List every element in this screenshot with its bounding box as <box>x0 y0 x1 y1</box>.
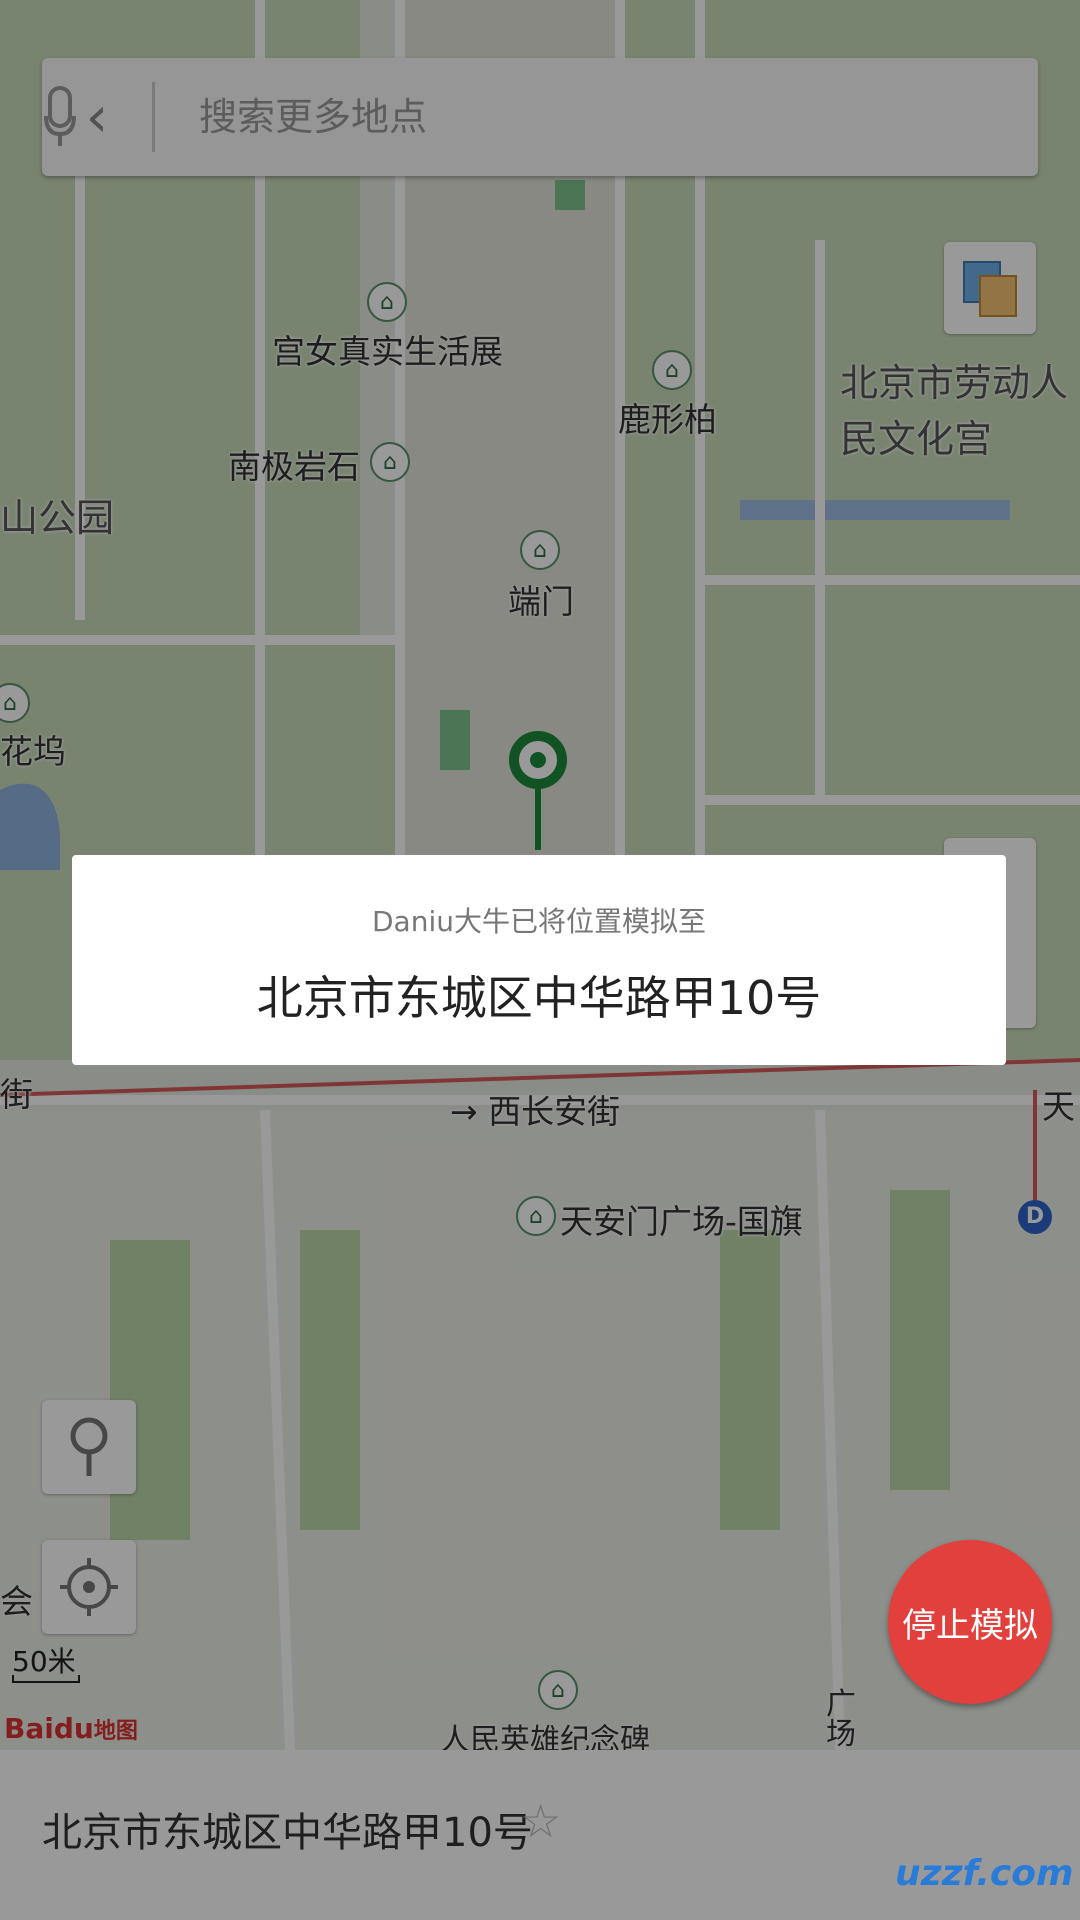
watermark: uzzf.com <box>895 1853 1074 1894</box>
dialog-address: 北京市东城区中华路甲10号 <box>256 971 822 1025</box>
toast-dialog: Daniu大牛已将位置模拟至 北京市东城区中华路甲10号 <box>72 855 1006 1065</box>
stop-simulation-button[interactable]: 停止模拟 <box>888 1540 1052 1704</box>
dialog-subtitle: Daniu大牛已将位置模拟至 <box>372 905 706 938</box>
